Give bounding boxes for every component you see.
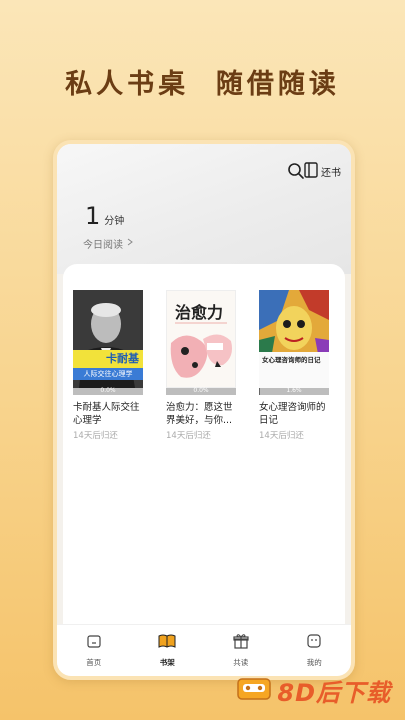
book-title[interactable]: 治愈力：愿这世界美好，与你... <box>166 401 236 427</box>
book-item[interactable]: 治愈力 0.0% 治愈力：愿这世界美好，与你... 14天后归还 <box>166 290 236 441</box>
book-due-date: 14天后归还 <box>166 431 211 441</box>
bookshelf-header: 还书 1 分钟 今日阅读 <box>57 144 351 274</box>
cover-subtitle: 人际交往心理学 <box>73 368 143 380</box>
gift-icon <box>233 633 249 653</box>
book-title[interactable]: 女心理咨询师的日记 <box>259 401 329 427</box>
book-due-date: 14天后归还 <box>73 431 118 441</box>
cassette-icon <box>237 677 272 705</box>
progress-bar: 1.6% <box>259 387 329 395</box>
return-book-icon <box>304 162 318 181</box>
phone-screen: 还书 1 分钟 今日阅读 卡耐基 人际交往心理学 0.0% 卡耐基人际交往心理学… <box>53 140 355 680</box>
search-icon[interactable] <box>287 162 305 180</box>
open-book-icon <box>158 633 176 653</box>
book-item[interactable]: 卡耐基 人际交往心理学 0.0% 卡耐基人际交往心理学 14天后归还 <box>73 290 143 441</box>
tab-home[interactable]: 首页 <box>64 633 124 668</box>
chevron-right-icon <box>127 238 133 249</box>
progress-bar: 0.0% <box>166 387 236 395</box>
book-cover[interactable]: 卡耐基 人际交往心理学 <box>73 290 143 388</box>
tab-label: 共读 <box>233 658 249 667</box>
book-item[interactable]: 女心理咨询师的日记 1.6% 女心理咨询师的日记 14天后归还 <box>259 290 329 441</box>
reading-time-value: 1 <box>85 202 101 230</box>
tab-label: 首页 <box>86 658 102 667</box>
bottom-tab-bar: 首页 书架 共读 我的 <box>57 624 351 676</box>
progress-label: 0.0% <box>193 387 209 394</box>
home-icon <box>86 633 102 653</box>
return-book-button[interactable]: 还书 <box>304 162 341 181</box>
cover-band: 卡耐基 <box>73 350 143 368</box>
progress-bar: 0.0% <box>73 387 143 395</box>
book-cover[interactable]: 女心理咨询师的日记 <box>259 290 329 388</box>
slogan-title: 私人书桌 随借随读 <box>65 69 340 100</box>
return-book-label: 还书 <box>321 168 341 179</box>
profile-icon <box>306 633 322 653</box>
book-due-date: 14天后归还 <box>259 431 304 441</box>
book-title[interactable]: 卡耐基人际交往心理学 <box>73 401 143 427</box>
cover-painting <box>259 290 329 388</box>
reading-time: 1 分钟 <box>85 202 124 230</box>
cover-author: 卡耐基 <box>106 352 139 365</box>
cover-illustration <box>170 322 232 378</box>
watermark-logo: 8D后下载 <box>237 673 391 708</box>
today-reading-link[interactable]: 今日阅读 <box>83 236 133 251</box>
reading-time-unit: 分钟 <box>104 216 125 227</box>
tab-bookshelf[interactable]: 书架 <box>137 633 197 668</box>
today-reading-label: 今日阅读 <box>83 240 123 251</box>
tab-profile[interactable]: 我的 <box>284 633 344 668</box>
progress-label: 1.6% <box>286 387 302 394</box>
progress-label: 0.0% <box>100 387 116 394</box>
cover-title: 女心理咨询师的日记 <box>262 356 321 364</box>
tab-coread[interactable]: 共读 <box>211 633 271 668</box>
tab-label: 我的 <box>306 658 322 667</box>
watermark-text: 8D后下载 <box>277 679 391 707</box>
bookshelf-panel: 卡耐基 人际交往心理学 0.0% 卡耐基人际交往心理学 14天后归还 治愈力 0… <box>63 264 345 648</box>
tab-label: 书架 <box>159 658 175 667</box>
book-cover[interactable]: 治愈力 <box>166 290 236 388</box>
